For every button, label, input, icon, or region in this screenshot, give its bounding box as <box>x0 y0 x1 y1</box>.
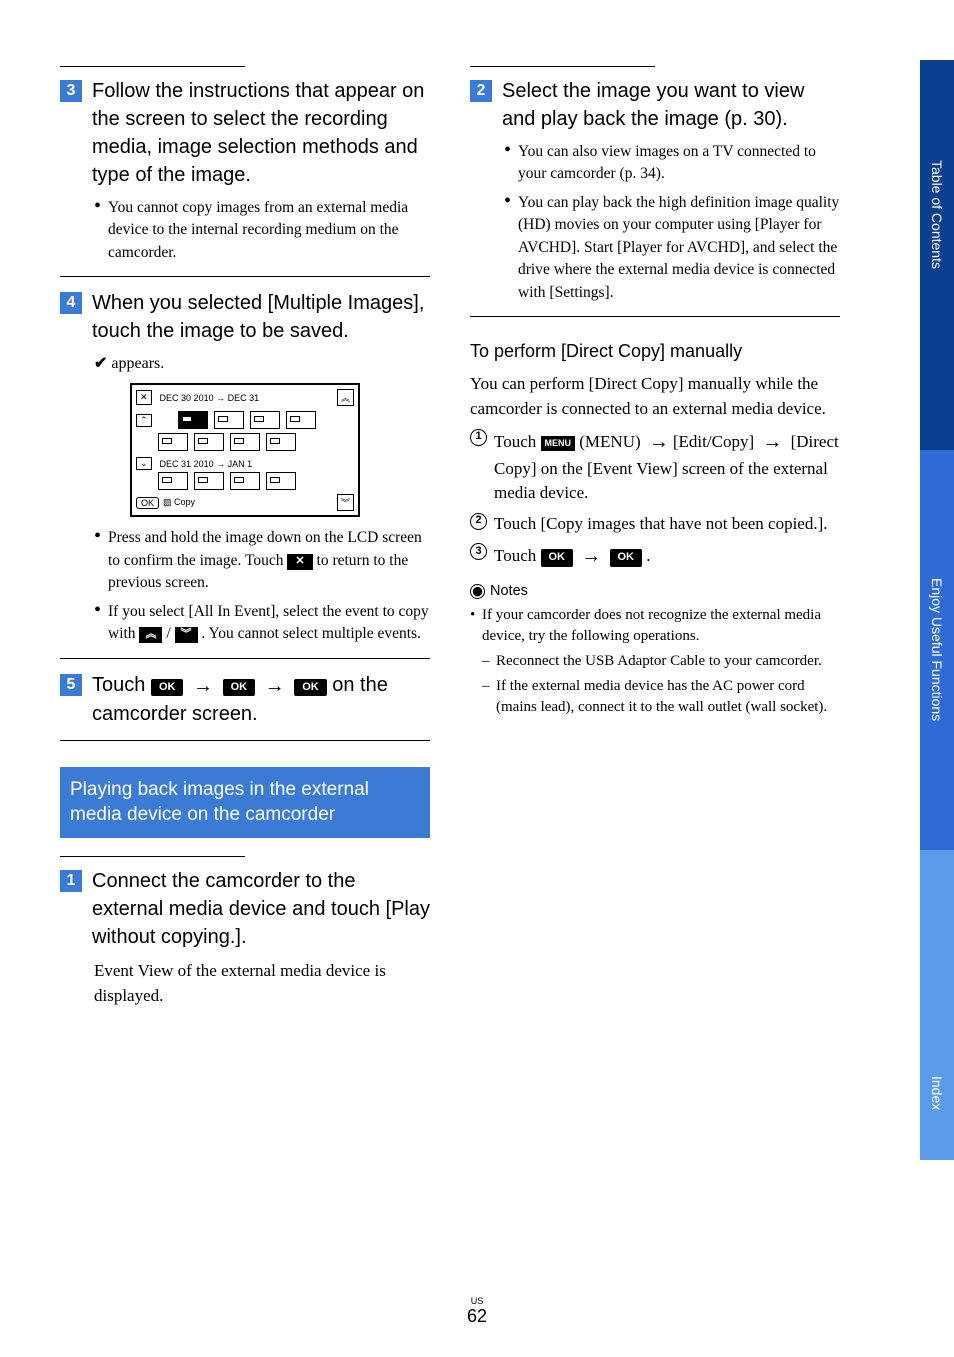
step-heading: Touch OK → OK → OK on the camcorder scre… <box>92 671 430 728</box>
step-number: 4 <box>60 292 82 314</box>
page-up-icon: ⌃ <box>136 414 152 427</box>
arrow-icon: → <box>193 675 213 697</box>
x-icon: ✕ <box>287 554 312 570</box>
thumbnail <box>286 411 316 429</box>
page-body: 3 Follow the instructions that appear on… <box>0 0 880 1028</box>
circle-number-icon: 2 <box>470 513 487 530</box>
step-heading: Select the image you want to view and pl… <box>502 77 840 133</box>
arrow-icon: → <box>649 431 669 453</box>
ok-icon: OK <box>294 679 327 696</box>
ok-icon: OK <box>541 549 574 567</box>
up-icon: ︽ <box>337 389 354 406</box>
ok-icon: OK <box>610 549 643 567</box>
circle-number-icon: 1 <box>470 429 487 446</box>
divider <box>470 316 840 317</box>
bullet-text: You can play back the high definition im… <box>504 192 840 304</box>
chevron-up-icon: ︽ <box>139 627 162 643</box>
step-heading: Follow the instructions that appear on t… <box>92 77 430 189</box>
step-number: 3 <box>60 80 82 102</box>
appears-text: appears. <box>111 355 164 372</box>
arrow-icon: → <box>265 675 285 697</box>
step-heading: When you selected [Multiple Images], tou… <box>92 289 430 345</box>
note-subitem: If the external media device has the AC … <box>482 676 840 718</box>
thumbnail <box>178 411 208 429</box>
notes-list: If your camcorder does not recognize the… <box>470 605 840 718</box>
subheading: To perform [Direct Copy] manually <box>470 341 840 362</box>
divider <box>60 740 430 741</box>
thumbnail <box>266 472 296 490</box>
notes-heading: ⬤ Notes <box>470 583 840 599</box>
thumbnail <box>230 433 260 451</box>
left-column: 3 Follow the instructions that appear on… <box>60 60 430 1008</box>
step-3: 3 Follow the instructions that appear on… <box>60 77 430 189</box>
right-column: 2 Select the image you want to view and … <box>470 60 840 1008</box>
bullet-text: Press and hold the image down on the LCD… <box>94 527 430 594</box>
bullet-text: You can also view images on a TV connect… <box>504 141 840 186</box>
thumbnail <box>266 433 296 451</box>
copy-label: ▧ Copy <box>163 497 337 508</box>
body-text: You can perform [Direct Copy] manually w… <box>470 372 840 421</box>
note-subitem: Reconnect the USB Adaptor Cable to your … <box>482 651 840 672</box>
thumbnail <box>214 411 244 429</box>
bullet-text: If you select [All In Event], select the… <box>94 601 430 646</box>
substep-2: 2 Touch [Copy images that have not been … <box>470 512 840 537</box>
step-number: 2 <box>470 80 492 102</box>
ok-icon: OK <box>151 679 184 696</box>
bullet-text: You cannot copy images from an external … <box>94 197 430 264</box>
divider <box>60 276 430 277</box>
divider <box>60 658 430 659</box>
step-5: 5 Touch OK → OK → OK on the camcorder sc… <box>60 671 430 728</box>
appears-line: ✔ appears. <box>94 353 430 373</box>
step-number: 1 <box>60 870 82 892</box>
step-4: 4 When you selected [Multiple Images], t… <box>60 289 430 345</box>
step-2-bullets: You can also view images on a TV connect… <box>504 141 840 304</box>
substep-3: 3 Touch OK → OK . <box>470 542 840 571</box>
divider <box>60 856 245 857</box>
step-number: 5 <box>60 674 82 696</box>
ok-button-outline: OK <box>136 497 159 509</box>
step-2: 2 Select the image you want to view and … <box>470 77 840 133</box>
tab-index[interactable]: Index <box>920 850 954 1160</box>
arrow-icon: → <box>762 431 782 453</box>
section-heading: Playing back images in the external medi… <box>60 767 430 838</box>
close-icon: ✕ <box>136 390 152 405</box>
tab-toc[interactable]: Table of Contents <box>920 60 954 450</box>
thumbnail <box>194 433 224 451</box>
thumbnail <box>158 433 188 451</box>
page-down-icon: ⌄ <box>136 457 152 470</box>
note-sublist: Reconnect the USB Adaptor Cable to your … <box>482 651 840 718</box>
divider <box>60 66 245 67</box>
note-item: If your camcorder does not recognize the… <box>470 605 840 718</box>
divider <box>470 66 655 67</box>
arrow-icon: → <box>581 545 601 567</box>
region-label: US <box>467 1296 487 1306</box>
numbered-steps: 1 Touch MENU (MENU) →[Edit/Copy] → [Dire… <box>470 428 840 572</box>
tab-useful[interactable]: Enjoy Useful Functions <box>920 450 954 850</box>
notes-icon: ⬤ <box>470 584 485 599</box>
step-3-bullets: You cannot copy images from an external … <box>94 197 430 264</box>
step-heading: Connect the camcorder to the external me… <box>92 867 430 951</box>
step-4-bullets: Press and hold the image down on the LCD… <box>94 527 430 645</box>
page-number: US 62 <box>467 1296 487 1327</box>
page-number-value: 62 <box>467 1306 487 1326</box>
ok-icon: OK <box>223 679 256 696</box>
date-range: DEC 30 2010 → DEC 31 <box>160 393 333 403</box>
thumbnail <box>194 472 224 490</box>
side-tabs: Table of Contents Enjoy Useful Functions… <box>920 60 954 1160</box>
step-1: 1 Connect the camcorder to the external … <box>60 867 430 951</box>
step-body: Event View of the external media device … <box>94 959 430 1008</box>
chevron-down-icon: ︾ <box>175 627 198 643</box>
down-icon: ︾ <box>337 494 354 511</box>
thumbnail <box>230 472 260 490</box>
circle-number-icon: 3 <box>470 543 487 560</box>
thumbnail <box>158 472 188 490</box>
substep-1: 1 Touch MENU (MENU) →[Edit/Copy] → [Dire… <box>470 428 840 506</box>
thumbnail <box>250 411 280 429</box>
lcd-illustration: ✕ DEC 30 2010 → DEC 31 ︽ ⌃ ⌄ <box>130 383 360 517</box>
date-range: DEC 31 2010 → JAN 1 <box>160 459 354 469</box>
check-icon: ✔ <box>94 355 107 372</box>
menu-icon: MENU <box>541 436 576 451</box>
